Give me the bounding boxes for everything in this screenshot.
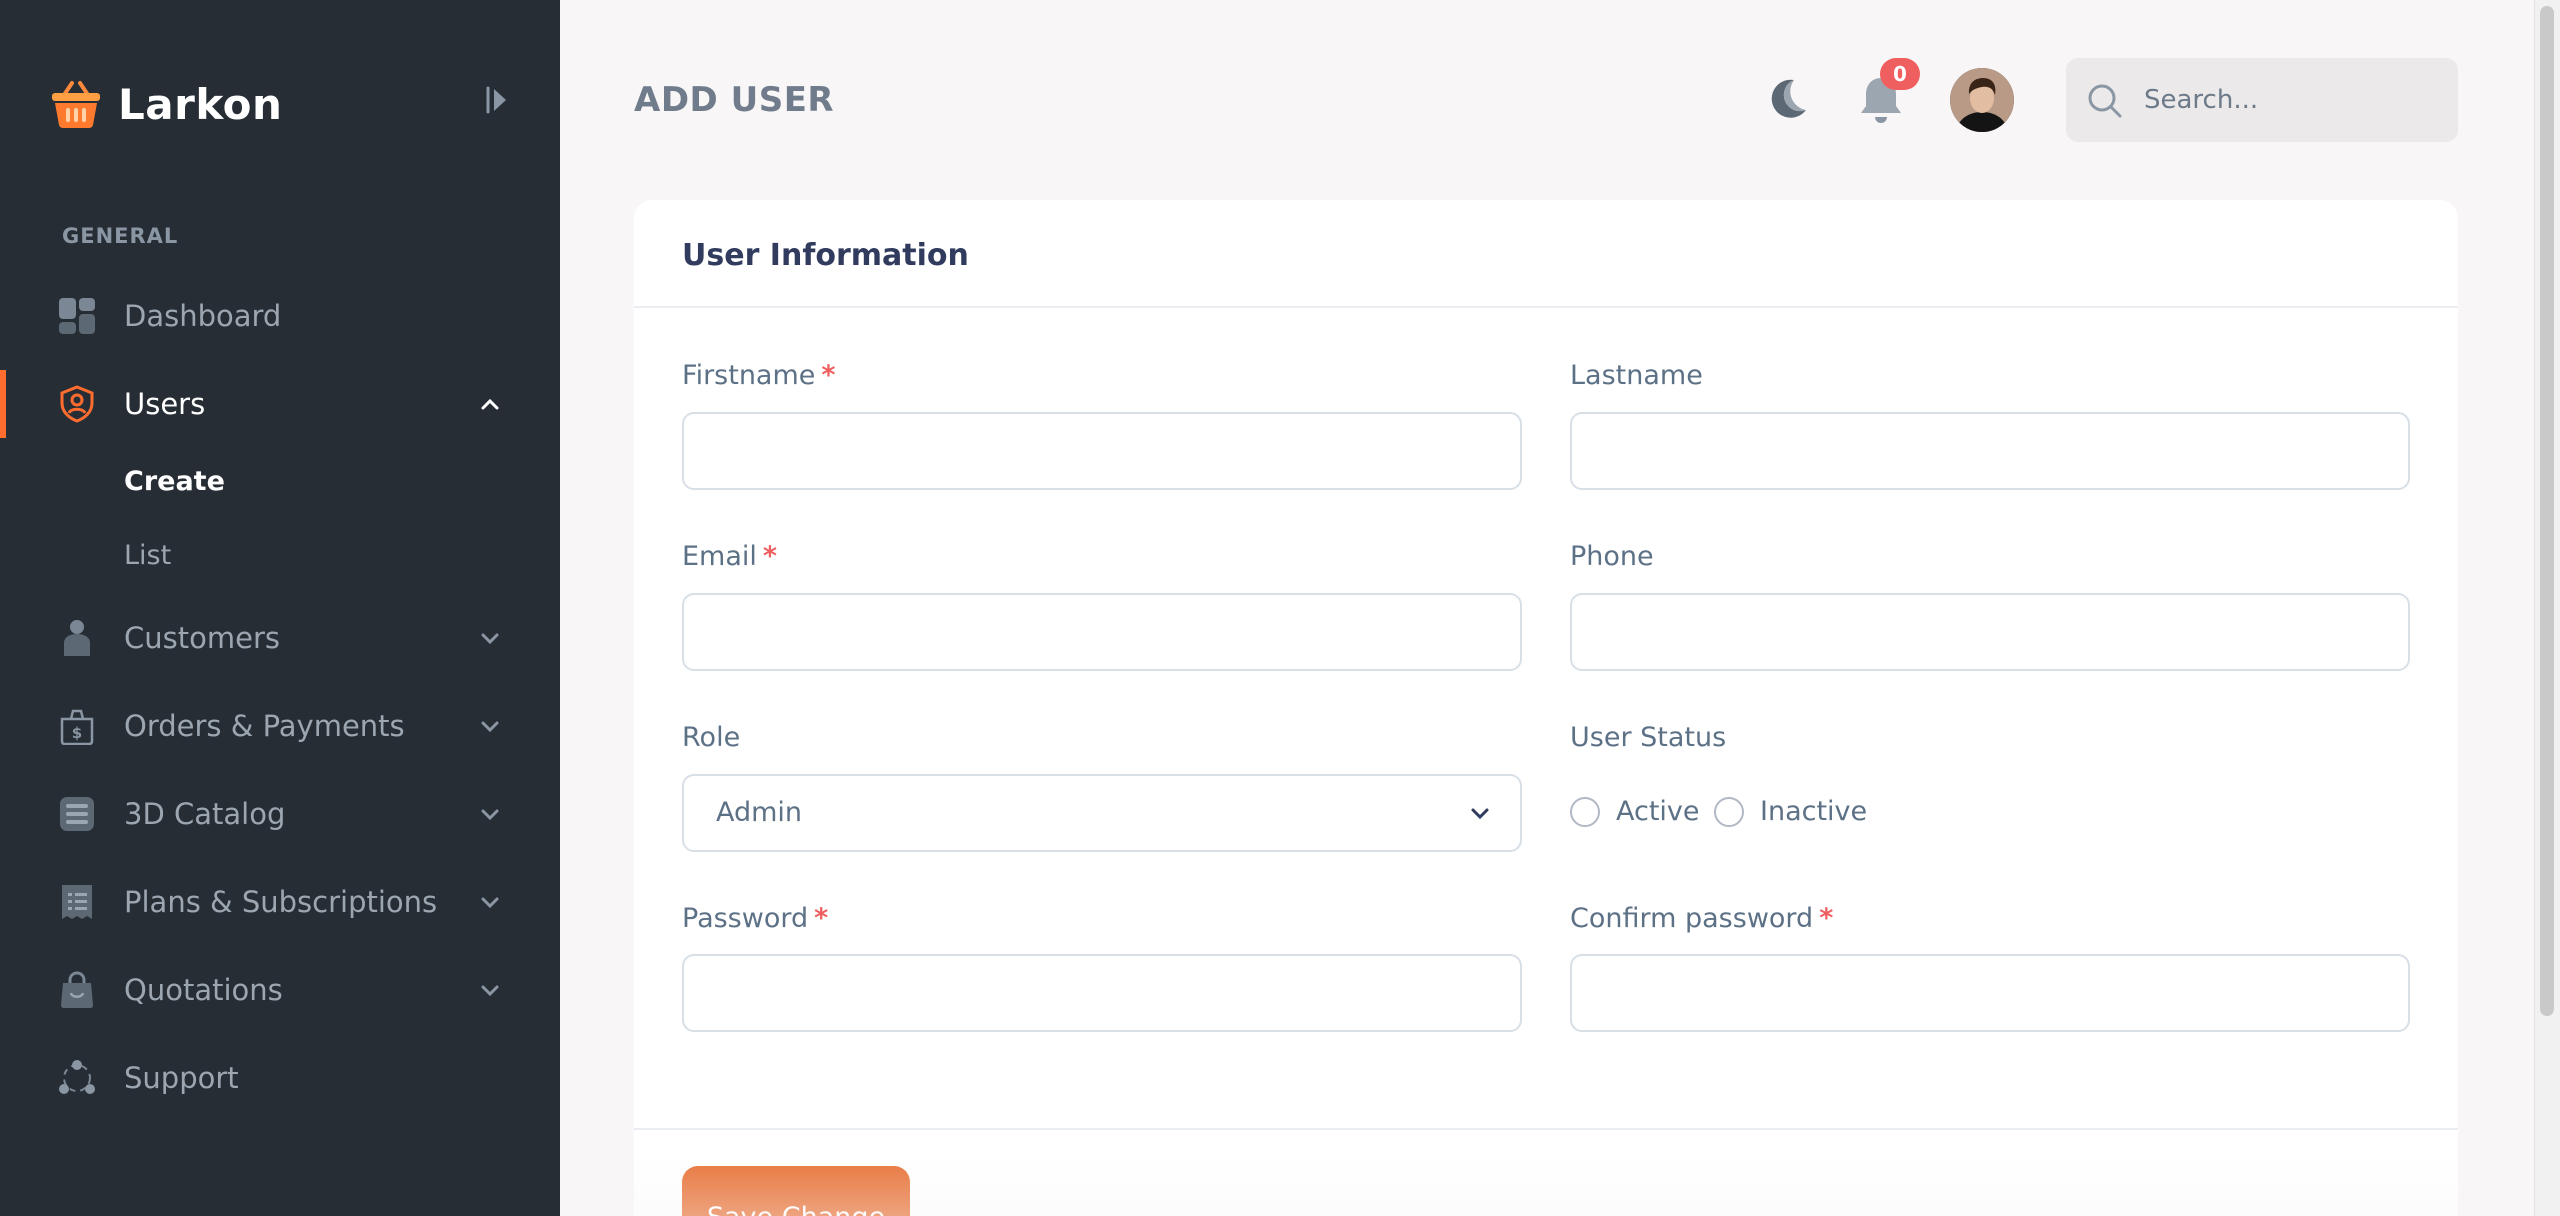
confirm-password-field[interactable] — [1570, 954, 2410, 1032]
sidebar-item-support[interactable]: Support — [0, 1042, 560, 1114]
sidebar: Larkon GENERAL Dashboard Users Create Li… — [0, 0, 560, 1216]
email-label-text: Email — [682, 541, 757, 572]
sidebar-item-label: 3D Catalog — [124, 797, 286, 831]
required-mark: * — [821, 360, 836, 391]
user-information-card: User Information Firstname * Lastname Ema… — [634, 200, 2458, 1216]
sidebar-item-3d-catalog[interactable]: 3D Catalog — [0, 778, 560, 850]
required-mark: * — [762, 541, 778, 572]
sidebar-item-dashboard[interactable]: Dashboard — [0, 280, 560, 352]
user-status-label: User Status — [1570, 722, 1727, 753]
sidebar-subitem-create[interactable]: Create — [124, 466, 225, 497]
chevron-down-icon — [481, 721, 499, 733]
search-input[interactable] — [2144, 58, 2444, 142]
search-box[interactable] — [2066, 58, 2458, 142]
phone-label: Phone — [1570, 541, 1654, 572]
cash-bag-icon: $ — [60, 709, 94, 745]
card-title: User Information — [682, 238, 969, 273]
lastname-label: Lastname — [1570, 360, 1703, 391]
confirm-password-label-text: Confirm password — [1570, 903, 1814, 934]
save-change-button[interactable]: Save Change — [682, 1166, 910, 1216]
sidebar-item-label: Users — [124, 387, 206, 421]
notification-badge: 0 — [1880, 58, 1920, 90]
card-divider — [634, 306, 2458, 308]
firstname-field[interactable] — [682, 412, 1522, 490]
user-shield-icon — [60, 385, 94, 423]
role-select[interactable]: Admin — [682, 774, 1522, 852]
chevron-down-icon — [481, 985, 499, 997]
status-inactive-option[interactable]: Inactive — [1714, 796, 1867, 827]
catalog-icon — [60, 797, 94, 831]
chevron-down-icon — [481, 809, 499, 821]
role-select-value: Admin — [716, 797, 803, 828]
status-inactive-radio[interactable] — [1714, 796, 1744, 827]
password-label-text: Password — [682, 903, 809, 934]
required-mark: * — [1819, 903, 1834, 934]
sidebar-item-label: Quotations — [124, 973, 283, 1007]
page-title: ADD USER — [634, 80, 835, 120]
password-label: Password * — [682, 903, 828, 934]
basket-logo-icon — [52, 81, 100, 128]
status-active-label: Active — [1616, 796, 1700, 827]
support-icon — [59, 1060, 95, 1094]
sidebar-item-label: Dashboard — [124, 299, 282, 333]
avatar[interactable] — [1950, 68, 2014, 132]
sidebar-item-label: Plans & Subscriptions — [124, 885, 438, 919]
brand-name: Larkon — [118, 79, 283, 129]
shopping-bag-icon — [61, 971, 93, 1008]
search-icon — [2088, 84, 2122, 118]
sidebar-item-label: Orders & Payments — [124, 709, 405, 743]
card-divider — [634, 1128, 2458, 1130]
receipt-icon — [62, 885, 92, 919]
dashboard-icon — [59, 298, 95, 334]
firstname-label-text: Firstname — [682, 360, 816, 391]
status-active-radio[interactable] — [1570, 796, 1600, 827]
confirm-password-label: Confirm password * — [1570, 903, 1833, 934]
user-avatar-image — [1950, 68, 2014, 132]
sidebar-item-label: Customers — [124, 621, 280, 655]
status-active-option[interactable]: Active — [1570, 796, 1700, 827]
sidebar-item-users[interactable]: Users — [0, 368, 560, 440]
sidebar-toggle-icon[interactable] — [484, 84, 512, 116]
status-inactive-label: Inactive — [1760, 796, 1868, 827]
firstname-label: Firstname * — [682, 360, 836, 391]
svg-text:$: $ — [72, 724, 82, 742]
customer-icon — [64, 620, 90, 656]
chevron-down-icon — [481, 897, 499, 909]
sidebar-item-plans-subscriptions[interactable]: Plans & Subscriptions — [0, 866, 560, 938]
sidebar-item-orders-payments[interactable]: $ Orders & Payments — [0, 690, 560, 762]
brand-logo[interactable]: Larkon — [50, 76, 282, 132]
moon-icon[interactable] — [1764, 76, 1810, 122]
sidebar-subitem-list[interactable]: List — [124, 540, 171, 571]
lastname-field[interactable] — [1570, 412, 2410, 490]
password-field[interactable] — [682, 954, 1522, 1032]
chevron-down-icon — [1471, 808, 1489, 820]
chevron-up-icon — [481, 398, 499, 410]
email-field[interactable] — [682, 593, 1522, 671]
sidebar-item-customers[interactable]: Customers — [0, 602, 560, 674]
scrollbar-thumb[interactable] — [2540, 6, 2554, 1016]
phone-field[interactable] — [1570, 593, 2410, 671]
required-mark: * — [814, 903, 829, 934]
sidebar-item-quotations[interactable]: Quotations — [0, 954, 560, 1026]
sidebar-section-label: GENERAL — [62, 224, 179, 248]
sidebar-item-label: Support — [124, 1061, 239, 1095]
email-label: Email * — [682, 541, 777, 572]
role-label: Role — [682, 722, 741, 753]
save-change-label: Save Change — [682, 1202, 910, 1216]
chevron-down-icon — [481, 633, 499, 645]
